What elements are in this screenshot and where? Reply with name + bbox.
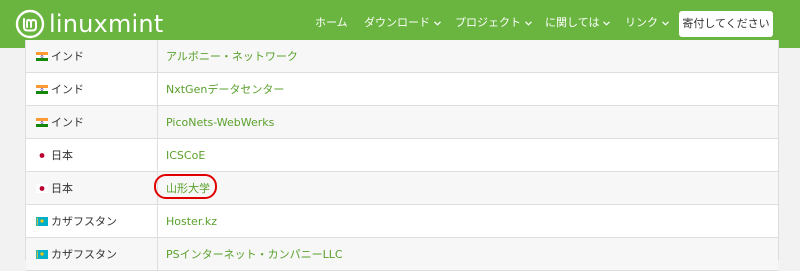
mirror-cell: ICSCoE (158, 139, 778, 171)
mirror-cell: 山形大学 (158, 172, 778, 204)
table-row: インド PicoNets-WebWerks (26, 106, 778, 139)
mirror-link[interactable]: ICSCoE (166, 149, 205, 162)
nav-home[interactable]: ホーム (315, 16, 348, 30)
japan-flag-icon (36, 150, 48, 160)
country-name: カザフスタン (51, 215, 117, 228)
country-name: カザフスタン (51, 248, 117, 261)
chevron-down-icon (434, 20, 441, 26)
nav-project[interactable]: プロジェクト (455, 16, 532, 30)
japan-flag-icon (36, 183, 48, 193)
chevron-down-icon (603, 20, 611, 26)
nav-project-label: プロジェクト (455, 16, 521, 29)
country-cell: インド (26, 40, 158, 72)
linuxmint-logo[interactable]: linuxmint (15, 9, 163, 39)
nav-download[interactable]: ダウンロード (364, 16, 441, 30)
country-cell: 日本 (26, 172, 158, 204)
table-row: 日本 ICSCoE (26, 139, 778, 172)
table-row: 日本 山形大学 (26, 172, 778, 205)
mirror-link[interactable]: アルボニー・ネットワーク (166, 48, 298, 64)
nav-home-label: ホーム (315, 16, 348, 29)
mirror-cell: PSインターネット・カンパニーLLC (158, 238, 778, 270)
country-name: インド (51, 83, 84, 96)
nav-download-label: ダウンロード (364, 16, 430, 29)
country-cell: カザフスタン (26, 238, 158, 270)
mirror-link[interactable]: PicoNets-WebWerks (166, 116, 274, 129)
mirror-table: インド アルボニー・ネットワーク インド NxtGenデータセンター インド P… (25, 40, 779, 271)
donate-button[interactable]: 寄付してください (679, 11, 773, 37)
mirror-cell: Hoster.kz (158, 205, 778, 237)
mirror-cell: PicoNets-WebWerks (158, 106, 778, 138)
table-row: インド アルボニー・ネットワーク (26, 40, 778, 73)
country-name: 日本 (51, 149, 73, 162)
chevron-down-icon (662, 20, 669, 26)
india-flag-icon (36, 84, 48, 94)
country-name: 日本 (51, 182, 73, 195)
table-row: カザフスタン Hoster.kz (26, 205, 778, 238)
mirror-cell: アルボニー・ネットワーク (158, 40, 778, 72)
india-flag-icon (36, 51, 48, 61)
country-name: インド (51, 50, 84, 63)
table-row: インド NxtGenデータセンター (26, 73, 778, 106)
table-row: カザフスタン PSインターネット・カンパニーLLC (26, 238, 778, 271)
mirror-cell: NxtGenデータセンター (158, 73, 778, 105)
country-cell: インド (26, 73, 158, 105)
nav-links[interactable]: リンク (625, 16, 669, 30)
mirror-link[interactable]: Hoster.kz (166, 215, 217, 228)
country-cell: インド (26, 106, 158, 138)
india-flag-icon (36, 117, 48, 127)
nav-links-label: リンク (625, 16, 658, 29)
mint-logo-icon (15, 9, 45, 39)
country-name: インド (51, 116, 84, 129)
country-cell: カザフスタン (26, 205, 158, 237)
chevron-down-icon (525, 20, 532, 26)
mirror-link[interactable]: NxtGenデータセンター (166, 81, 284, 97)
brand-name: linuxmint (49, 10, 164, 38)
nav-about[interactable]: に関しては (545, 16, 611, 30)
kazakhstan-flag-icon (36, 249, 48, 259)
nav-about-label: に関しては (545, 16, 600, 29)
mirror-link[interactable]: PSインターネット・カンパニーLLC (166, 246, 343, 262)
kazakhstan-flag-icon (36, 216, 48, 226)
country-cell: 日本 (26, 139, 158, 171)
highlight-circle (154, 174, 217, 199)
